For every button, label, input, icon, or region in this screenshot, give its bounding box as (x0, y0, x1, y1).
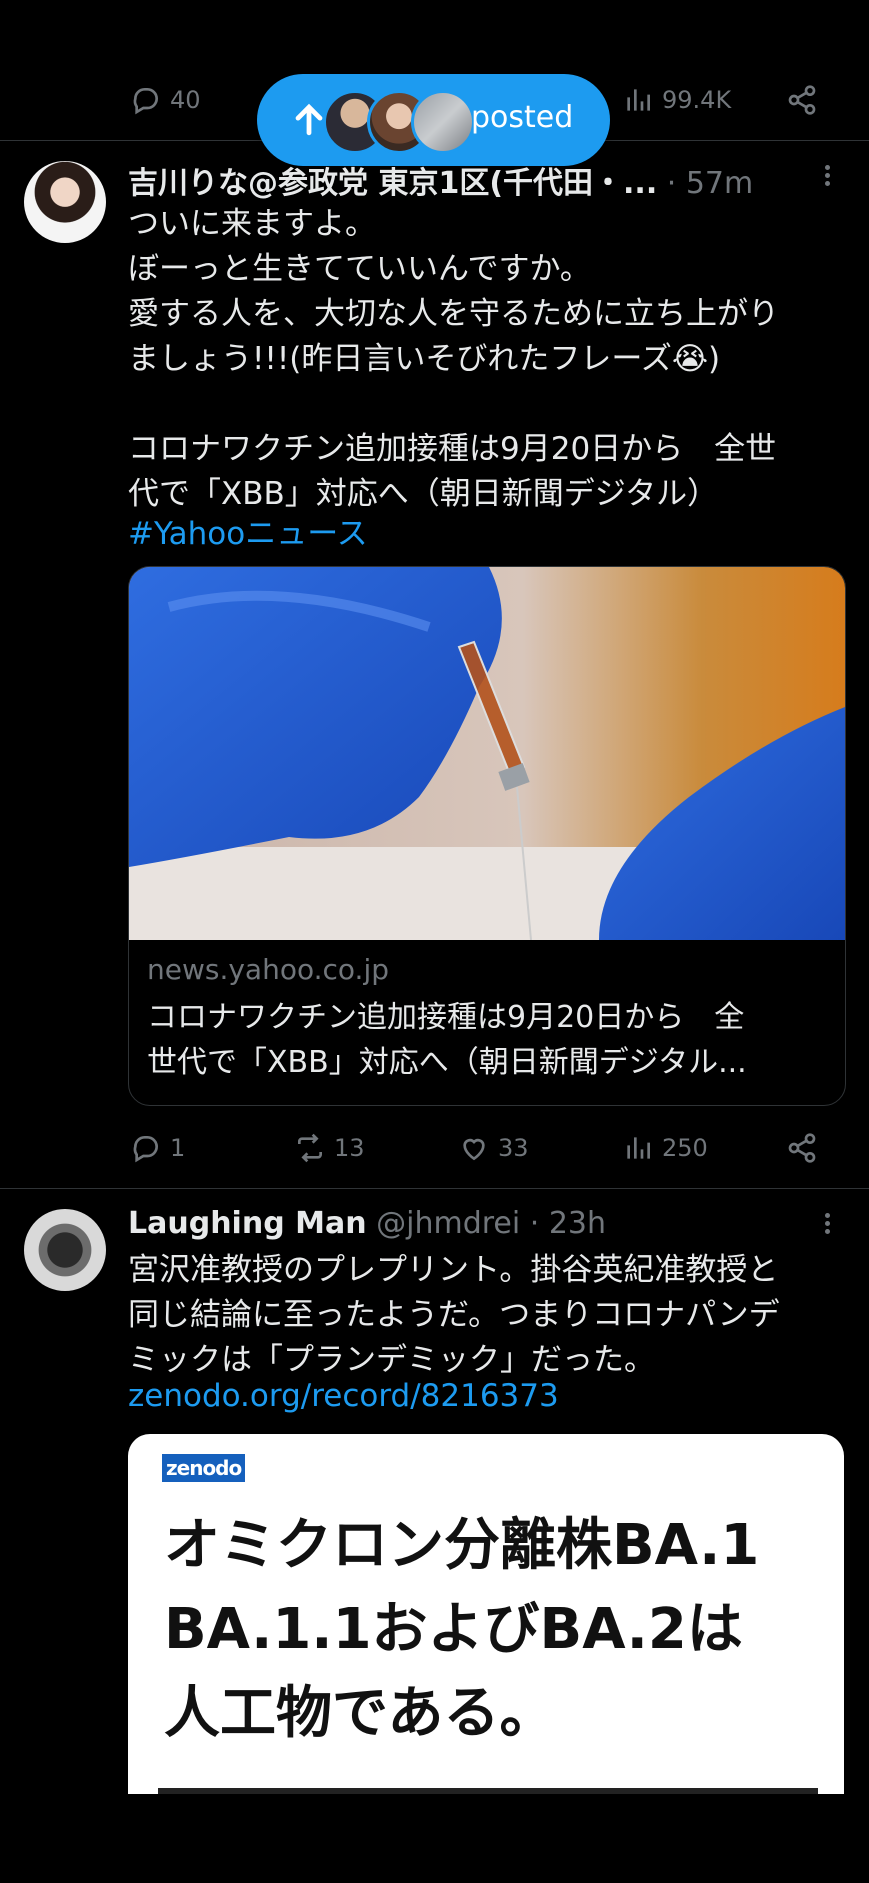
reply-icon (133, 88, 158, 115)
pill-avatar-3 (411, 90, 475, 154)
reply-icon (133, 1136, 158, 1163)
syringe-photo (129, 567, 845, 940)
views-button[interactable]: 250 (622, 1128, 708, 1168)
repost-count: 13 (334, 1134, 365, 1162)
views-icon (627, 1137, 650, 1159)
views-icon (627, 89, 650, 111)
views-count: 250 (662, 1134, 708, 1162)
reply-button[interactable]: 40 (130, 80, 201, 120)
timestamp[interactable]: · 23h (530, 1206, 606, 1241)
reply-button[interactable]: 1 (130, 1128, 185, 1168)
link-card[interactable]: news.yahoo.co.jp コロナワクチン追加接種は9月20日から 全 世… (128, 566, 846, 1106)
tweet-text: ついに来ますよ。 ぼーっと生きてていいんですか。 愛する人を、大切な人を守るため… (128, 206, 779, 512)
zenodo-logo: zenodo (162, 1454, 246, 1482)
tweet-header: 吉川りな@参政党 東京1区(千代田・... · 57m (128, 158, 753, 202)
share-icon (788, 85, 816, 115)
more-options-icon[interactable] (812, 1210, 842, 1240)
divider (0, 1188, 869, 1189)
card-image (129, 567, 845, 940)
more-options-icon[interactable] (812, 162, 842, 192)
reply-count: 40 (170, 86, 201, 114)
avatar[interactable] (24, 1209, 106, 1291)
repost-button[interactable]: 13 (294, 1128, 365, 1168)
share-button[interactable] (786, 80, 818, 120)
doc-rule (158, 1788, 818, 1794)
external-link[interactable]: zenodo.org/record/8216373 (128, 1378, 559, 1414)
avatar[interactable] (24, 161, 106, 243)
like-button[interactable]: 33 (458, 1128, 529, 1168)
doc-headline: オミクロン分離株BA.1 BA.1.1およびBA.2は 人工物である。 (164, 1513, 760, 1746)
tweet-header: Laughing Man @jhmdrei · 23h (128, 1206, 606, 1241)
repost-icon (298, 1133, 322, 1163)
new-posts-pill[interactable]: posted (257, 74, 610, 166)
card-domain: news.yahoo.co.jp (147, 953, 389, 986)
card-title: コロナワクチン追加接種は9月20日から 全 世代で「XBB」対応へ（朝日新聞デジ… (147, 1000, 747, 1080)
display-name[interactable]: 吉川りな@参政党 東京1区(千代田・... (128, 166, 657, 201)
tweet-text: 宮沢准教授のプレプリント。掛谷英紀准教授と 同じ結論に至ったようだ。つまりコロナ… (128, 1252, 780, 1378)
share-icon (788, 1133, 816, 1163)
attached-image[interactable]: zenodo オミクロン分離株BA.1 BA.1.1およびBA.2は 人工物であ… (128, 1434, 844, 1794)
reply-count: 1 (170, 1134, 186, 1162)
share-button[interactable] (786, 1128, 818, 1168)
views-button[interactable]: 99.4K (622, 80, 731, 120)
tweet-actions: 1 13 33 250 (130, 1128, 820, 1168)
handle[interactable]: @jhmdrei (376, 1206, 520, 1241)
hashtag-link[interactable]: #Yahooニュース (128, 508, 368, 553)
timestamp[interactable]: · 57m (667, 166, 753, 201)
like-count: 33 (498, 1134, 529, 1162)
display-name[interactable]: Laughing Man (128, 1206, 367, 1241)
heart-icon (463, 1138, 485, 1161)
pill-label: posted (471, 100, 574, 135)
views-count: 99.4K (662, 86, 732, 114)
